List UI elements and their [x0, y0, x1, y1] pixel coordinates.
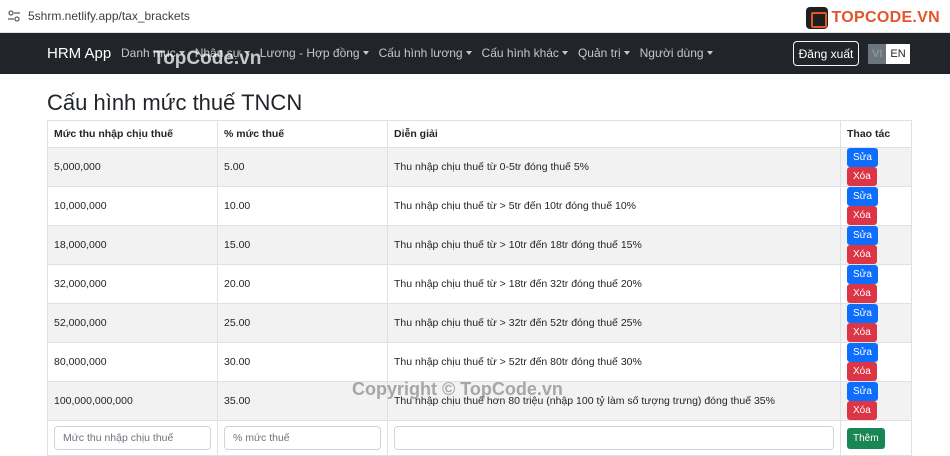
- edit-button[interactable]: Sửa: [847, 226, 878, 245]
- lang-en-button[interactable]: EN: [886, 44, 910, 64]
- delete-button[interactable]: Xóa: [847, 362, 877, 381]
- site-settings-icon[interactable]: [7, 9, 21, 23]
- caret-down-icon: [362, 51, 369, 55]
- nav-item-label: Cấu hình khác: [481, 46, 559, 60]
- cell-rate: 15.00: [217, 225, 388, 265]
- cell-income: 5,000,000: [47, 147, 218, 187]
- add-row: Mức thu nhập chịu thuế % mức thuế Thêm: [47, 420, 912, 456]
- table-row: 18,000,000 15.00 Thu nhập chịu thuế từ >…: [47, 225, 912, 265]
- table-row: 10,000,000 10.00 Thu nhập chịu thuế từ >…: [47, 186, 912, 226]
- nav-item-quan-tri[interactable]: Quản trị: [578, 46, 630, 60]
- logout-button[interactable]: Đăng xuất: [793, 41, 859, 66]
- delete-button[interactable]: Xóa: [847, 206, 877, 225]
- cell-income: 18,000,000: [47, 225, 218, 265]
- edit-button[interactable]: Sửa: [847, 382, 878, 401]
- tax-bracket-table: Mức thu nhập chịu thuế % mức thuế Diễn g…: [47, 120, 912, 456]
- cell-add-action: Thêm: [840, 420, 912, 456]
- watermark-bottom: Copyright © TopCode.vn: [352, 379, 563, 399]
- nav-item-cau-hinh-khac[interactable]: Cấu hình khác: [482, 46, 568, 60]
- header-rate: % mức thuế: [217, 120, 388, 148]
- nav-item-cau-hinh-luong[interactable]: Cấu hình lương: [379, 46, 472, 60]
- table-row: 52,000,000 25.00 Thu nhập chịu thuế từ >…: [47, 303, 912, 343]
- cell-description: Thu nhập chịu thuế từ > 18tr đến 32tr đó…: [387, 264, 841, 304]
- topcode-logo-text: TOPCODE.VN: [831, 9, 940, 26]
- cell-actions: SửaXóa: [840, 186, 912, 226]
- cell-actions: SửaXóa: [840, 381, 912, 421]
- topcode-logo-icon: [805, 7, 828, 29]
- nav-item-label: Quản trị: [577, 46, 621, 60]
- cell-rate: 25.00: [217, 303, 388, 343]
- cell-income: 100,000,000,000: [47, 381, 218, 421]
- rate-input[interactable]: % mức thuế: [224, 426, 381, 450]
- nav-item-luong-hop-dong[interactable]: Lương - Hợp đồng: [260, 46, 369, 60]
- delete-button[interactable]: Xóa: [847, 401, 877, 420]
- cell-description: Thu nhập chịu thuế từ > 10tr đến 18tr đó…: [387, 225, 841, 265]
- table-header-row: Mức thu nhập chịu thuế % mức thuế Diễn g…: [47, 120, 912, 148]
- nav-item-label: Cấu hình lương: [378, 46, 463, 60]
- cell-income: 80,000,000: [47, 342, 218, 382]
- header-description: Diễn giải: [387, 120, 841, 148]
- header-income: Mức thu nhập chịu thuế: [47, 120, 218, 148]
- edit-button[interactable]: Sửa: [847, 304, 878, 323]
- income-input[interactable]: Mức thu nhập chịu thuế: [54, 426, 211, 450]
- cell-actions: SửaXóa: [840, 225, 912, 265]
- cell-rate: 5.00: [217, 147, 388, 187]
- header-actions: Thao tác: [840, 120, 912, 148]
- cell-actions: SửaXóa: [840, 147, 912, 187]
- nav-item-nguoi-dung[interactable]: Người dùng: [640, 46, 713, 60]
- cell-description: Thu nhập chịu thuế từ 0-5tr đóng thuế 5%: [387, 147, 841, 187]
- page-title: Cấu hình mức thuế TNCN: [47, 90, 303, 115]
- watermark-top: TopCode.vn: [153, 48, 262, 69]
- cell-income-input: Mức thu nhập chịu thuế: [47, 420, 218, 456]
- nav-item-label: Người dùng: [639, 46, 704, 60]
- cell-rate: 20.00: [217, 264, 388, 304]
- lang-vi-button[interactable]: VI: [868, 44, 887, 64]
- edit-button[interactable]: Sửa: [847, 343, 878, 362]
- cell-income: 32,000,000: [47, 264, 218, 304]
- cell-actions: SửaXóa: [840, 303, 912, 343]
- navbar: HRM App Danh mục Nhân sự Lương - Hợp đồn…: [0, 33, 950, 74]
- edit-button[interactable]: Sửa: [847, 265, 878, 284]
- delete-button[interactable]: Xóa: [847, 245, 877, 264]
- caret-down-icon: [561, 51, 568, 55]
- description-input[interactable]: [394, 426, 834, 450]
- caret-down-icon: [706, 51, 713, 55]
- delete-button[interactable]: Xóa: [847, 284, 877, 303]
- table-row: 32,000,000 20.00 Thu nhập chịu thuế từ >…: [47, 264, 912, 304]
- brand-link[interactable]: HRM App: [47, 45, 111, 62]
- cell-rate: 30.00: [217, 342, 388, 382]
- edit-button[interactable]: Sửa: [847, 187, 878, 206]
- edit-button[interactable]: Sửa: [847, 148, 878, 167]
- caret-down-icon: [465, 51, 472, 55]
- table-row: 5,000,000 5.00 Thu nhập chịu thuế từ 0-5…: [47, 147, 912, 187]
- cell-description: Thu nhập chịu thuế từ > 5tr đến 10tr đón…: [387, 186, 841, 226]
- cell-rate-input: % mức thuế: [217, 420, 388, 456]
- delete-button[interactable]: Xóa: [847, 167, 877, 186]
- delete-button[interactable]: Xóa: [847, 323, 877, 342]
- nav-item-label: Lương - Hợp đồng: [259, 46, 360, 60]
- cell-actions: SửaXóa: [840, 264, 912, 304]
- cell-rate: 10.00: [217, 186, 388, 226]
- url-text[interactable]: 5shrm.netlify.app/tax_brackets: [28, 9, 190, 23]
- topcode-logo: TOPCODE.VN: [805, 6, 941, 30]
- cell-description: Thu nhập chịu thuế từ > 32tr đến 52tr đó…: [387, 303, 841, 343]
- cell-income: 52,000,000: [47, 303, 218, 343]
- cell-description: Thu nhập chịu thuế từ > 52tr đến 80tr đó…: [387, 342, 841, 382]
- cell-actions: SửaXóa: [840, 342, 912, 382]
- cell-description-input: [387, 420, 841, 456]
- table-row: 80,000,000 30.00 Thu nhập chịu thuế từ >…: [47, 342, 912, 382]
- browser-address-bar: 5shrm.netlify.app/tax_brackets TOPCODE.V…: [0, 0, 950, 33]
- add-button[interactable]: Thêm: [847, 427, 885, 449]
- cell-income: 10,000,000: [47, 186, 218, 226]
- language-switcher: VI EN: [868, 44, 910, 64]
- caret-down-icon: [623, 51, 630, 55]
